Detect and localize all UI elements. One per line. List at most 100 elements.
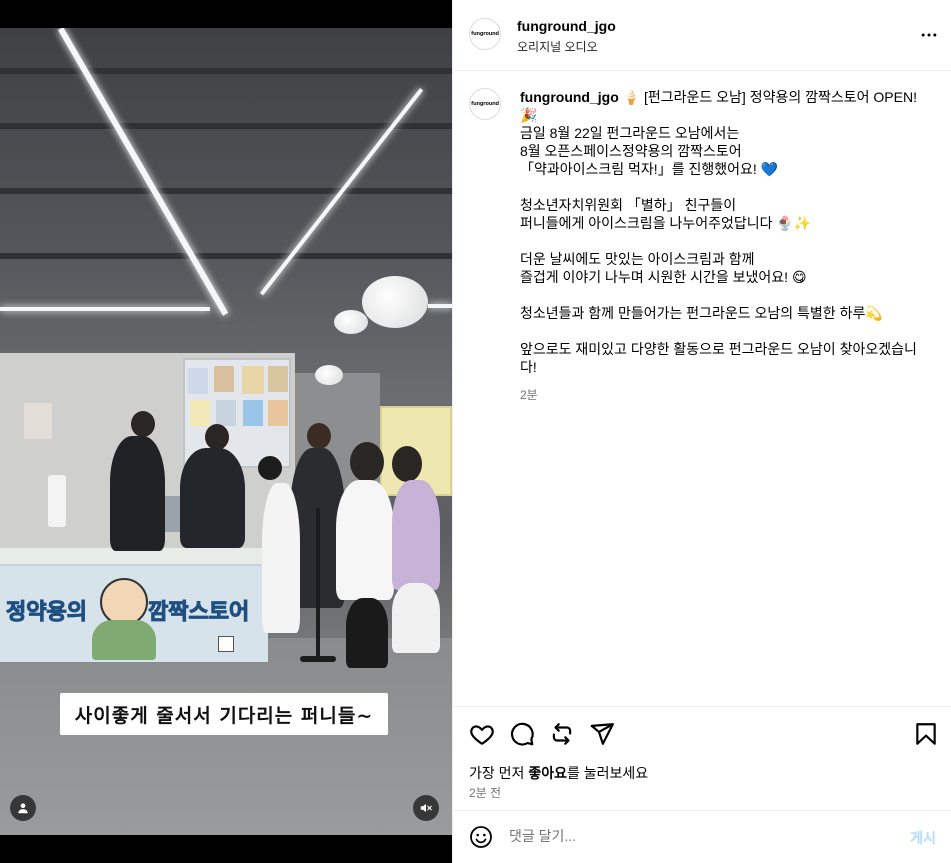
person-head bbox=[392, 446, 422, 482]
caption-line: 더운 날씨에도 맛있는 아이스크림과 함께 bbox=[520, 251, 755, 267]
caption-line: 8월 오픈스페이스정약용의 깜짝스토어 bbox=[520, 143, 742, 159]
more-horizontal-icon bbox=[921, 33, 937, 37]
poster bbox=[268, 366, 288, 392]
caption-line: 즐겁게 이야기 나누며 시원한 시간을 보냈어요! 😋 bbox=[520, 269, 807, 285]
tagged-users-button[interactable] bbox=[10, 795, 36, 821]
caption-line bbox=[520, 322, 920, 340]
add-comment-bar: 게시 bbox=[453, 810, 951, 863]
mascot-face bbox=[100, 578, 148, 626]
caption-line: 청소년자치위원회 「별하」 친구들이 bbox=[520, 197, 737, 213]
more-options-button[interactable] bbox=[918, 24, 940, 46]
post-caption: funground_jgo 🍦 [펀그라운드 오남] 정약용의 깜짝스토어 OP… bbox=[520, 88, 920, 404]
poster bbox=[216, 400, 236, 426]
person bbox=[110, 436, 165, 551]
repost-button[interactable] bbox=[549, 721, 575, 747]
post-actions: 가장 먼저 좋아요를 눌러보세요 2분 전 bbox=[453, 706, 951, 810]
caption-line: 🎉 bbox=[520, 107, 538, 123]
likes-link[interactable]: 좋아요 bbox=[528, 765, 567, 781]
person-head bbox=[307, 423, 331, 449]
poster bbox=[188, 368, 208, 394]
emoji-icon bbox=[470, 826, 492, 848]
heart-icon bbox=[470, 725, 494, 745]
likes-suffix: 를 눌러보세요 bbox=[566, 765, 649, 781]
caption-line: 금일 8월 22일 펀그라운드 오남에서는 bbox=[520, 125, 740, 141]
like-button[interactable] bbox=[469, 721, 495, 747]
user-icon bbox=[18, 803, 28, 814]
post-timestamp[interactable]: 2분 전 bbox=[469, 784, 501, 801]
banner-title-left: 정약용의 bbox=[6, 600, 88, 626]
caption-username[interactable]: funground_jgo bbox=[520, 89, 619, 105]
person-head bbox=[350, 442, 384, 482]
caption-text: 🍦 [펀그라운드 오남] 정약용의 깜짝스토어 OPEN! bbox=[622, 89, 917, 105]
reel-video[interactable]: 정약용의 깜짝스토어 사이좋게 줄서서 기다리는 퍼니들~ bbox=[0, 0, 452, 863]
poster bbox=[243, 400, 263, 426]
share-icon bbox=[552, 723, 572, 745]
pendant-lamp bbox=[362, 276, 428, 328]
ceiling-beam bbox=[0, 253, 452, 259]
caption-line: 앞으로도 재미있고 다양한 활동으로 펀그라운드 오남이 찾아오겠습니 bbox=[520, 341, 917, 357]
event-banner: 정약용의 깜짝스토어 bbox=[0, 564, 268, 662]
comments-scroll-area[interactable]: funground funground_jgo 🍦 [펀그라운드 오남] 정약용… bbox=[453, 72, 951, 706]
post-header: funground funground_jgo 오리지널 오디오 bbox=[453, 0, 951, 71]
mute-toggle-button[interactable] bbox=[413, 795, 439, 821]
post-panel: funground funground_jgo 오리지널 오디오 fungrou… bbox=[452, 0, 951, 863]
person-head bbox=[131, 411, 155, 437]
caption-line bbox=[520, 286, 920, 304]
poster bbox=[268, 400, 288, 426]
stanchion-base bbox=[300, 656, 336, 662]
person bbox=[336, 480, 394, 600]
comment-button[interactable] bbox=[509, 721, 535, 747]
send-button[interactable] bbox=[589, 721, 615, 747]
send-icon bbox=[590, 723, 614, 745]
person-head bbox=[258, 456, 282, 480]
audio-label[interactable]: 오리지널 오디오 bbox=[517, 38, 616, 55]
post-comment-button[interactable]: 게시 bbox=[910, 828, 936, 848]
caption-timestamp[interactable]: 2분 bbox=[520, 386, 920, 404]
header-username[interactable]: funground_jgo bbox=[517, 18, 616, 34]
comment-icon bbox=[511, 722, 534, 746]
person bbox=[262, 483, 300, 633]
poster bbox=[190, 400, 210, 426]
video-caption: 사이좋게 줄서서 기다리는 퍼니들~ bbox=[60, 693, 388, 735]
ceiling-beam bbox=[0, 123, 452, 129]
pendant-lamp bbox=[334, 310, 368, 334]
cup-stack bbox=[48, 475, 66, 527]
ceiling-beam bbox=[0, 188, 452, 194]
banner-title-right: 깜짝스토어 bbox=[147, 600, 250, 626]
caption-avatar[interactable]: funground bbox=[469, 88, 501, 120]
caption-line bbox=[520, 232, 920, 250]
avatar-logo: funground bbox=[471, 101, 499, 107]
poster bbox=[242, 366, 264, 394]
person bbox=[346, 598, 388, 668]
profile-avatar[interactable]: funground bbox=[469, 18, 501, 50]
caption-line: 청소년들과 함께 만들어가는 펀그라운드 오남의 특별한 하루💫 bbox=[520, 305, 883, 321]
ceiling-beam bbox=[0, 68, 452, 74]
person bbox=[180, 448, 245, 548]
pendant-lamp bbox=[315, 365, 343, 385]
mascot-body bbox=[92, 620, 156, 660]
stanchion-pole bbox=[316, 508, 320, 658]
person-head bbox=[205, 424, 229, 450]
likes-prompt: 가장 먼저 좋아요를 눌러보세요 bbox=[469, 763, 648, 783]
speaker-muted-icon bbox=[420, 803, 432, 813]
caption-line bbox=[520, 178, 920, 196]
person bbox=[392, 583, 440, 653]
ceiling-light bbox=[428, 304, 452, 308]
caption-line: 「약과아이스크림 먹자!」를 진행했어요! 💙 bbox=[520, 161, 779, 177]
caption-line: 다! bbox=[520, 359, 537, 375]
ceiling-light bbox=[0, 307, 210, 311]
bookmark-icon bbox=[916, 723, 936, 745]
save-button[interactable] bbox=[913, 721, 939, 747]
avatar-logo: funground bbox=[471, 31, 499, 37]
qr-code bbox=[218, 636, 234, 652]
person bbox=[392, 480, 440, 590]
emoji-button[interactable] bbox=[469, 825, 493, 849]
video-caption-text: 사이좋게 줄서서 기다리는 퍼니들~ bbox=[74, 704, 374, 727]
wall-sign bbox=[24, 403, 52, 439]
caption-line-0: funground_jgo 🍦 [펀그라운드 오남] 정약용의 깜짝스토어 OP… bbox=[520, 88, 920, 106]
likes-prefix: 가장 먼저 bbox=[469, 765, 529, 781]
header-text: funground_jgo 오리지널 오디오 bbox=[517, 18, 616, 55]
caption-line: 퍼니들에게 아이스크림을 나누어주었답니다 🍨✨ bbox=[520, 215, 812, 231]
comment-input[interactable] bbox=[509, 828, 889, 844]
poster bbox=[214, 366, 234, 392]
